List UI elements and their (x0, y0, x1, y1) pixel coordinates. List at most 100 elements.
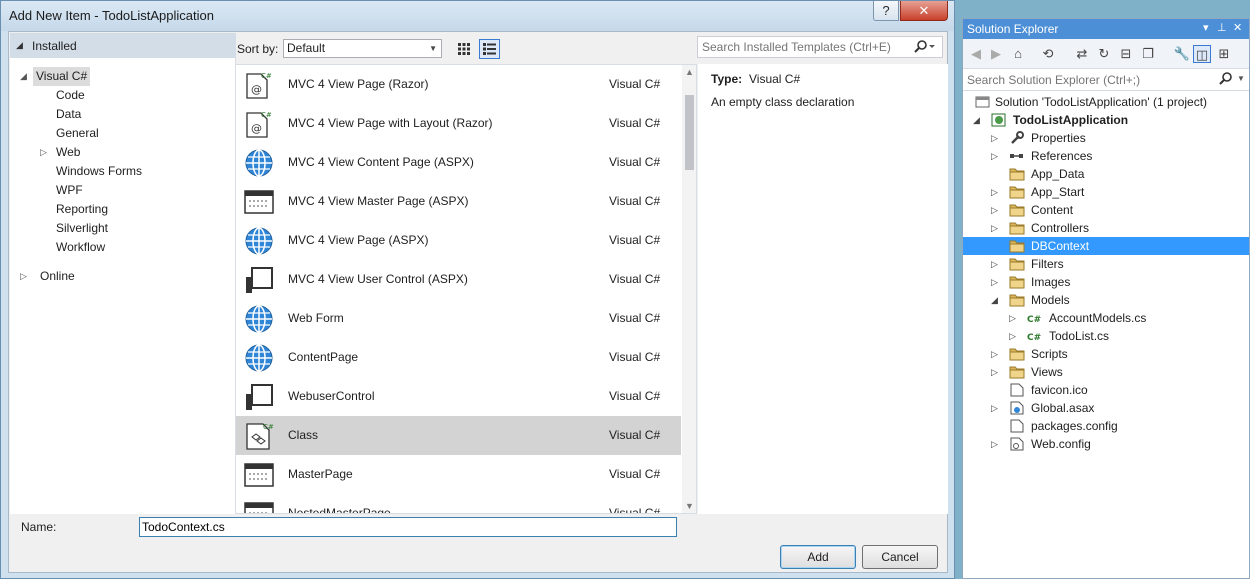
collapsed-arrow-icon[interactable]: ▷ (991, 363, 998, 381)
sort-dropdown[interactable]: Default ▼ (283, 39, 442, 58)
dialog-title: Add New Item - TodoListApplication (9, 8, 214, 23)
solution-node-accountmodels-cs[interactable]: ▷ C# AccountModels.cs (963, 309, 1249, 327)
small-icons-view-button[interactable] (453, 39, 474, 59)
collapsed-arrow-icon[interactable]: ▷ (991, 273, 998, 291)
scroll-up-icon[interactable]: ▲ (685, 67, 694, 77)
solution-node-todolist-cs[interactable]: ▷ C# TodoList.cs (963, 327, 1249, 345)
template-item[interactable]: Web Form Visual C# (236, 299, 681, 338)
list-view-button[interactable] (479, 39, 500, 59)
node-label: App_Start (1031, 185, 1085, 199)
class-diagram-icon[interactable]: ⊞ (1215, 45, 1233, 63)
collapsed-arrow-icon[interactable]: ▷ (20, 267, 27, 286)
sync-history-icon[interactable]: ⟲ (1039, 45, 1057, 63)
solution-node-app-start[interactable]: ▷ App_Start (963, 183, 1249, 201)
panel-dropdown-icon[interactable]: ▾ (1203, 21, 1209, 34)
properties-wrench-icon[interactable]: 🔧 (1173, 45, 1191, 63)
close-icon[interactable]: ✕ (1233, 21, 1242, 34)
template-item[interactable]: MasterPage Visual C# (236, 455, 681, 494)
template-item[interactable]: @ C# MVC 4 View Page (Razor) Visual C# (236, 65, 681, 104)
solution-node[interactable]: Solution 'TodoListApplication' (1 projec… (963, 93, 1249, 111)
config-file-icon (1009, 437, 1025, 451)
collapsed-arrow-icon[interactable]: ▷ (1009, 309, 1016, 327)
template-item[interactable]: ContentPage Visual C# (236, 338, 681, 377)
solution-node-web-config[interactable]: ▷ Web.config (963, 435, 1249, 453)
search-icon[interactable] (1218, 71, 1234, 90)
template-item[interactable]: MVC 4 View Master Page (ASPX) Visual C# (236, 182, 681, 221)
template-item[interactable]: @ C# MVC 4 View Page with Layout (Razor) Vi… (236, 104, 681, 143)
collapsed-arrow-icon[interactable]: ▷ (40, 143, 47, 162)
template-list-scrollbar[interactable]: ▲ ▼ (682, 65, 696, 513)
cancel-button[interactable]: Cancel (862, 545, 938, 569)
name-input[interactable] (139, 517, 677, 537)
pin-icon[interactable]: ⊥ (1217, 21, 1227, 34)
collapsed-arrow-icon[interactable]: ▷ (991, 255, 998, 273)
template-item[interactable]: MVC 4 View User Control (ASPX) Visual C# (236, 260, 681, 299)
search-icon[interactable] (914, 39, 936, 58)
solution-node-dbcontext[interactable]: DBContext (963, 237, 1249, 255)
solution-node-scripts[interactable]: ▷ Scripts (963, 345, 1249, 363)
sort-label: Sort by: (237, 42, 279, 56)
sync-with-active-doc-icon[interactable]: ⇄ (1073, 45, 1091, 63)
preview-selected-items-icon[interactable]: ◫ (1193, 45, 1211, 63)
template-name: NestedMasterPage (288, 506, 391, 514)
node-label: DBContext (1031, 239, 1090, 253)
web-project-icon (991, 113, 1007, 127)
template-item[interactable]: WebuserControl Visual C# (236, 377, 681, 416)
scroll-down-icon[interactable]: ▼ (685, 501, 694, 511)
template-search-box[interactable] (697, 36, 943, 58)
template-item[interactable]: MVC 4 View Page (ASPX) Visual C# (236, 221, 681, 260)
collapsed-arrow-icon[interactable]: ▷ (991, 399, 998, 417)
node-label: Models (1031, 293, 1070, 307)
solution-node-controllers[interactable]: ▷ Controllers (963, 219, 1249, 237)
solution-node-images[interactable]: ▷ Images (963, 273, 1249, 291)
template-language: Visual C# (609, 311, 661, 325)
collapse-all-icon[interactable]: ⊟ (1117, 45, 1135, 63)
scrollbar-thumb[interactable] (685, 95, 694, 170)
collapsed-arrow-icon[interactable]: ▷ (991, 219, 998, 237)
collapsed-arrow-icon[interactable]: ▷ (991, 129, 998, 147)
solution-search-input[interactable] (967, 72, 1207, 88)
show-all-files-icon[interactable]: ❐ (1139, 45, 1157, 63)
project-node[interactable]: ◢ TodoListApplication (963, 111, 1249, 129)
expand-arrow-icon[interactable]: ◢ (16, 40, 23, 51)
chevron-down-icon[interactable]: ▼ (1237, 74, 1245, 83)
refresh-icon[interactable]: ↻ (1095, 45, 1113, 63)
file-icon (1009, 419, 1025, 433)
solution-node-favicon-ico[interactable]: favicon.ico (963, 381, 1249, 399)
template-name: Web Form (288, 311, 344, 325)
solution-node-app-data[interactable]: App_Data (963, 165, 1249, 183)
solution-node-packages-config[interactable]: packages.config (963, 417, 1249, 435)
collapsed-arrow-icon[interactable]: ▷ (991, 345, 998, 363)
template-search-input[interactable] (702, 39, 910, 55)
forward-icon[interactable]: ▶ (987, 45, 1005, 63)
csharp-file-icon: C# (1027, 311, 1043, 325)
collapsed-arrow-icon[interactable]: ▷ (991, 435, 998, 453)
template-name: MVC 4 View Page (ASPX) (288, 233, 429, 247)
solution-node-references[interactable]: ▷ References (963, 147, 1249, 165)
home-icon[interactable]: ⌂ (1009, 45, 1027, 63)
solution-node-models[interactable]: ◢ Models (963, 291, 1249, 309)
file-icon (1009, 383, 1025, 397)
solution-node-global-asax[interactable]: ▷ Global.asax (963, 399, 1249, 417)
solution-node-content[interactable]: ▷ Content (963, 201, 1249, 219)
close-button[interactable]: ✕ (900, 1, 948, 21)
solution-node-properties[interactable]: ▷ Properties (963, 129, 1249, 147)
expanded-arrow-icon[interactable]: ◢ (991, 291, 998, 309)
add-button[interactable]: Add (780, 545, 856, 569)
collapsed-arrow-icon[interactable]: ▷ (991, 147, 998, 165)
solution-search-box[interactable]: ▼ (963, 69, 1249, 91)
collapsed-arrow-icon[interactable]: ▷ (1009, 327, 1016, 345)
template-item[interactable]: MVC 4 View Content Page (ASPX) Visual C# (236, 143, 681, 182)
help-button[interactable]: ? (873, 1, 899, 21)
expanded-arrow-icon[interactable]: ◢ (973, 111, 980, 129)
back-icon[interactable]: ◀ (967, 45, 985, 63)
node-label: Global.asax (1031, 401, 1095, 415)
expand-arrow-icon[interactable]: ◢ (20, 67, 27, 86)
collapsed-arrow-icon[interactable]: ▷ (991, 201, 998, 219)
template-item[interactable]: C# Class Visual C# (236, 416, 681, 455)
solution-node-filters[interactable]: ▷ Filters (963, 255, 1249, 273)
solution-node-views[interactable]: ▷ Views (963, 363, 1249, 381)
collapsed-arrow-icon[interactable]: ▷ (991, 183, 998, 201)
template-item[interactable]: NestedMasterPage Visual C# (236, 494, 681, 514)
tree-node-installed[interactable]: ◢ Installed (10, 33, 236, 58)
